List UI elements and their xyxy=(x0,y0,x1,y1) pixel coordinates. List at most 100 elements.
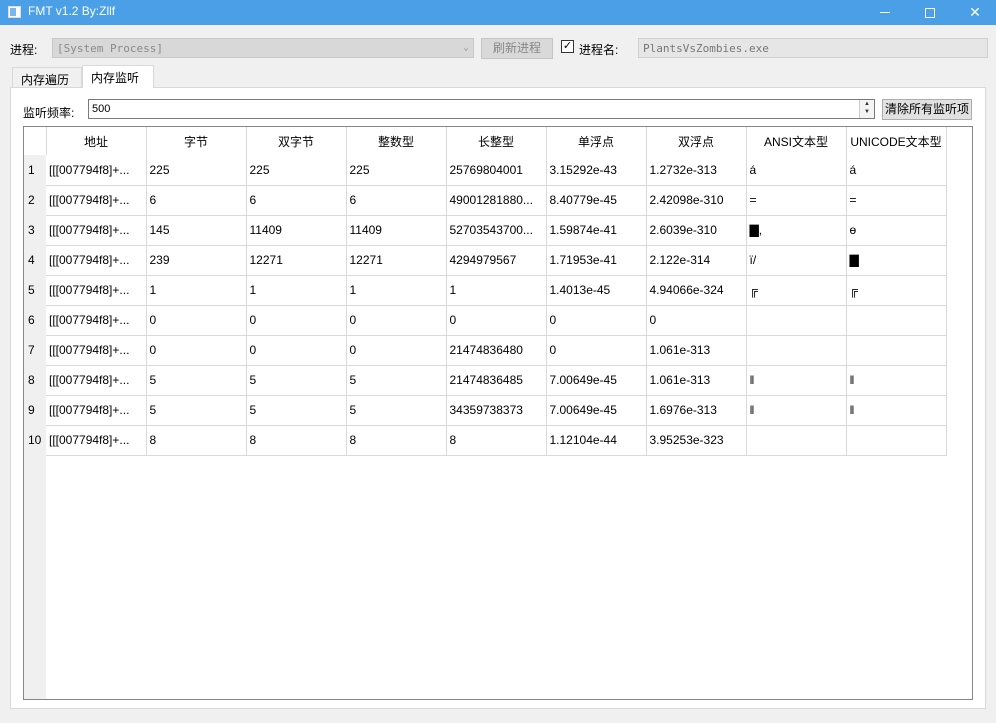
table-cell[interactable]: [[[007794f8]+... xyxy=(46,335,147,366)
table-cell[interactable]: 0 xyxy=(246,305,347,336)
table-cell[interactable] xyxy=(846,305,947,336)
process-select[interactable]: [System Process] ⌄ xyxy=(52,38,474,58)
table-cell[interactable]: ‖ xyxy=(746,395,847,426)
table-cell[interactable]: 225 xyxy=(246,155,347,186)
clear-all-button[interactable]: 清除所有监听项 xyxy=(882,99,972,120)
table-cell[interactable]: = xyxy=(846,185,947,216)
table-row[interactable]: 4 [[[007794f8]+... 239 12271 12271 4294979567… xyxy=(24,245,947,276)
table-cell[interactable]: ╔ xyxy=(846,275,947,306)
table-cell[interactable]: 1 xyxy=(246,275,347,306)
close-button[interactable]: ✕ xyxy=(952,0,996,25)
column-header[interactable]: 双浮点 xyxy=(646,127,747,155)
table-cell[interactable]: 225 xyxy=(346,155,447,186)
table-cell[interactable]: ‖ xyxy=(846,395,947,426)
table-cell[interactable]: 1.2732e-313 xyxy=(646,155,747,186)
freq-spinner[interactable]: ▲ ▼ xyxy=(859,100,874,118)
table-row[interactable]: 8 [[[007794f8]+... 5 5 5 21474836485 7.00649e-… xyxy=(24,365,947,396)
table-cell[interactable]: ɵ xyxy=(846,215,947,246)
column-header[interactable]: 整数型 xyxy=(346,127,447,155)
column-header[interactable]: ANSI文本型 xyxy=(746,127,847,155)
table-row[interactable]: 7 [[[007794f8]+... 0 0 0 21474836480 0 1.061e-3… xyxy=(24,335,947,366)
table-cell[interactable]: 1 xyxy=(146,275,247,306)
table-cell[interactable]: ‖ xyxy=(846,365,947,396)
table-cell[interactable]: 1.59874e-41 xyxy=(546,215,647,246)
table-cell[interactable]: 7.00649e-45 xyxy=(546,395,647,426)
procname-input[interactable]: PlantsVsZombies.exe xyxy=(638,38,988,58)
table-cell[interactable]: 5 xyxy=(346,365,447,396)
table-cell[interactable]: 1.4013e-45 xyxy=(546,275,647,306)
table-cell[interactable]: 8 xyxy=(446,425,547,456)
table-cell[interactable]: 0 xyxy=(546,335,647,366)
table-cell[interactable]: [[[007794f8]+... xyxy=(46,185,147,216)
table-row[interactable]: 6 [[[007794f8]+... 0 0 0 0 0 0 xyxy=(24,305,947,336)
table-cell[interactable]: 6 xyxy=(146,185,247,216)
table-cell[interactable]: 3.15292e-43 xyxy=(546,155,647,186)
table-cell[interactable]: 2.42098e-310 xyxy=(646,185,747,216)
table-cell[interactable]: 11409 xyxy=(346,215,447,246)
table-cell[interactable]: 0 xyxy=(146,335,247,366)
table-cell[interactable]: 3.95253e-323 xyxy=(646,425,747,456)
minimize-button[interactable] xyxy=(862,0,908,25)
table-cell[interactable]: 1.6976e-313 xyxy=(646,395,747,426)
table-cell[interactable]: [[[007794f8]+... xyxy=(46,155,147,186)
table-cell[interactable]: 1.71953e-41 xyxy=(546,245,647,276)
table-cell[interactable] xyxy=(746,335,847,366)
table-cell[interactable]: 145 xyxy=(146,215,247,246)
table-cell[interactable]: 1 xyxy=(446,275,547,306)
freq-input[interactable]: 500 ▲ ▼ xyxy=(88,99,875,119)
procname-checkbox[interactable]: ✓ xyxy=(561,40,574,53)
table-cell[interactable]: á xyxy=(746,155,847,186)
table-cell[interactable]: 6 xyxy=(346,185,447,216)
table-cell[interactable]: 25769804001 xyxy=(446,155,547,186)
table-cell[interactable]: ‖ xyxy=(746,365,847,396)
column-header[interactable]: 字节 xyxy=(146,127,247,155)
table-cell[interactable]: ï/ xyxy=(746,245,847,276)
table-cell[interactable]: 5 xyxy=(246,365,347,396)
table-cell[interactable]: [[[007794f8]+... xyxy=(46,305,147,336)
spin-down-icon[interactable]: ▼ xyxy=(860,108,874,116)
table-row[interactable]: 3 [[[007794f8]+... 145 11409 11409 5270354370… xyxy=(24,215,947,246)
table-cell[interactable] xyxy=(746,425,847,456)
table-cell[interactable]: 5 xyxy=(346,395,447,426)
table-cell[interactable]: [[[007794f8]+... xyxy=(46,245,147,276)
table-cell[interactable]: 0 xyxy=(346,305,447,336)
column-header[interactable]: UNICODE文本型 xyxy=(846,127,947,155)
table-row[interactable]: 2 [[[007794f8]+... 6 6 6 49001281880... 8.4077… xyxy=(24,185,947,216)
table-cell[interactable]: 1.12104e-44 xyxy=(546,425,647,456)
table-cell[interactable]: 6 xyxy=(246,185,347,216)
table-cell[interactable]: 12271 xyxy=(246,245,347,276)
table-cell[interactable] xyxy=(846,335,947,366)
table-cell[interactable]: = xyxy=(746,185,847,216)
table-cell[interactable]: 21474836485 xyxy=(446,365,547,396)
table-cell[interactable]: 7.00649e-45 xyxy=(546,365,647,396)
table-cell[interactable]: 5 xyxy=(246,395,347,426)
tab-memory-scan[interactable]: 内存遍历 xyxy=(12,67,82,87)
table-cell[interactable]: 239 xyxy=(146,245,247,276)
monitor-table[interactable]: 地址 字节 双字节 整数型 长整型 单浮点 双浮点 ANSI文本型 UNICOD… xyxy=(23,126,973,700)
table-cell[interactable]: 12271 xyxy=(346,245,447,276)
table-cell[interactable]: 34359738373 xyxy=(446,395,547,426)
column-header[interactable]: 单浮点 xyxy=(546,127,647,155)
table-cell[interactable]: 8 xyxy=(246,425,347,456)
table-row[interactable]: 9 [[[007794f8]+... 5 5 5 34359738373 7.00649e-… xyxy=(24,395,947,426)
table-cell[interactable]: [[[007794f8]+... xyxy=(46,365,147,396)
table-cell[interactable]: 52703543700... xyxy=(446,215,547,246)
table-cell[interactable]: 1.061e-313 xyxy=(646,365,747,396)
table-cell[interactable]: [[[007794f8]+... xyxy=(46,425,147,456)
table-cell[interactable]: 49001281880... xyxy=(446,185,547,216)
table-cell[interactable]: [[[007794f8]+... xyxy=(46,215,147,246)
refresh-process-button[interactable]: 刷新进程 xyxy=(481,38,553,59)
table-row[interactable]: 5 [[[007794f8]+... 1 1 1 1 1.4013e-45 4.94066e-… xyxy=(24,275,947,306)
table-cell[interactable]: ╔ xyxy=(746,275,847,306)
table-cell[interactable]: 4.94066e-324 xyxy=(646,275,747,306)
table-cell[interactable]: ▇, xyxy=(746,215,847,246)
tab-memory-monitor[interactable]: 内存监听 xyxy=(82,65,154,88)
table-cell[interactable]: 225 xyxy=(146,155,247,186)
table-cell[interactable]: 2.122e-314 xyxy=(646,245,747,276)
table-cell[interactable]: 1.061e-313 xyxy=(646,335,747,366)
table-cell[interactable]: 0 xyxy=(146,305,247,336)
table-cell[interactable]: 2.6039e-310 xyxy=(646,215,747,246)
table-cell[interactable]: [[[007794f8]+... xyxy=(46,395,147,426)
table-cell[interactable]: á xyxy=(846,155,947,186)
table-cell[interactable]: 0 xyxy=(446,305,547,336)
